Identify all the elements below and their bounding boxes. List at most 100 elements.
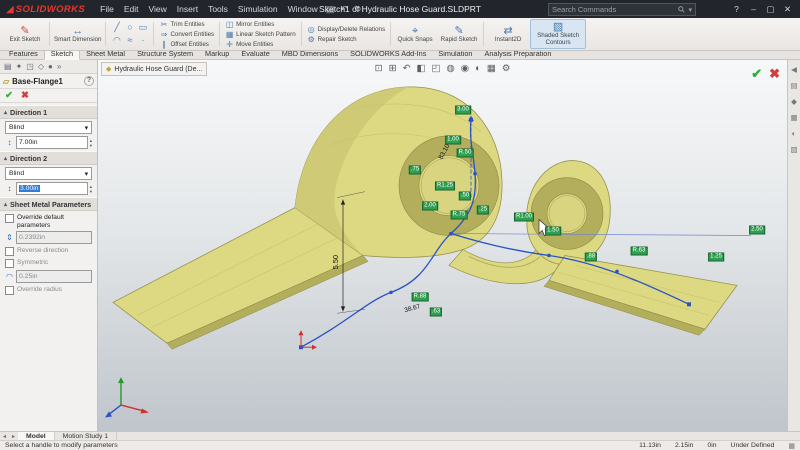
instant2d-button[interactable]: ⇄ Instant2D <box>486 19 530 49</box>
rectangle-tool-icon[interactable]: ▭ <box>136 21 149 34</box>
sheet-metal-parameters-section-header[interactable]: ▴ Sheet Metal Parameters <box>0 197 97 211</box>
restore-button[interactable]: ▢ <box>762 0 779 18</box>
dimension-tag[interactable]: .25 <box>477 206 489 215</box>
graphics-area[interactable]: 5.50 83.10 38.67 <box>97 60 788 432</box>
featuremanager-tab-icon[interactable]: ▤ <box>4 62 12 71</box>
dimension-tag[interactable]: 3.00 <box>455 106 471 115</box>
view-orientation-icon[interactable]: ◰ <box>432 63 441 74</box>
dimension-tag[interactable]: R.63 <box>631 247 648 256</box>
previous-view-icon[interactable]: ↶ <box>403 63 411 74</box>
search-dropdown-icon[interactable]: ▾ <box>688 6 692 14</box>
dimxpertmanager-tab-icon[interactable]: ◇ <box>38 62 44 71</box>
file-explorer-icon[interactable]: ▦ <box>790 113 797 122</box>
direction2-section-header[interactable]: ▴ Direction 2 <box>0 151 97 165</box>
appearances-scenes-icon[interactable]: ◐ <box>792 129 797 138</box>
convert-entities-button[interactable]: ⇒ Convert Entities <box>159 30 214 39</box>
line-tool-icon[interactable]: ╱ <box>110 21 123 34</box>
dimension-tag[interactable]: 1.50 <box>545 227 561 236</box>
cancel-button[interactable]: ✖ <box>21 90 29 101</box>
shaded-sketch-contours-button[interactable]: ▧ Shaded Sketch Contours <box>530 19 586 49</box>
dimension-tag[interactable]: R.50 <box>457 149 474 158</box>
dimension-tag[interactable]: .63 <box>430 308 442 317</box>
override-default-parameters-checkbox[interactable] <box>5 214 14 223</box>
circle-tool-icon[interactable]: ○ <box>123 21 136 34</box>
custom-properties-icon[interactable]: ▧ <box>790 145 797 154</box>
menu-file[interactable]: File <box>95 4 119 14</box>
exit-sketch-button[interactable]: ✎ Exit Sketch <box>3 19 47 49</box>
direction2-end-condition-select[interactable]: Blind ▾ <box>5 167 92 180</box>
offset-entities-button[interactable]: Offset Entities ∥ Offset Entities <box>159 40 214 49</box>
document-breadcrumb-tab[interactable]: ◆ Hydraulic Hose Guard (De... <box>101 62 207 76</box>
dimension-tag[interactable]: .88 <box>585 253 597 262</box>
symmetric-checkbox[interactable] <box>5 259 14 268</box>
dimension-tag[interactable]: 1.25 <box>708 253 724 262</box>
direction1-end-condition-select[interactable]: Blind ▾ <box>5 121 92 134</box>
dimension-tag[interactable]: .50 <box>459 192 471 201</box>
direction1-depth-field[interactable]: 7.00in <box>16 136 88 149</box>
tab-scroll-right-icon[interactable]: ▸ <box>9 433 18 440</box>
move-entities-button[interactable]: ✛ Move Entities <box>225 40 296 49</box>
quick-snaps-button[interactable]: ⌖ Quick Snaps <box>393 19 437 49</box>
point-tool-icon[interactable]: · <box>136 34 149 47</box>
angle-dimension-label[interactable]: 38.67 <box>404 303 422 314</box>
menu-edit[interactable]: Edit <box>119 4 144 14</box>
spinner-arrows[interactable]: ▴▾ <box>90 184 92 194</box>
view-settings-icon[interactable]: ⚙ <box>502 63 511 74</box>
taskpane-expand-icon[interactable]: ◀ <box>791 65 797 74</box>
trim-entities-button[interactable]: ✂ Trim Entities <box>159 20 214 29</box>
reverse-direction-checkbox[interactable] <box>5 247 14 256</box>
repair-sketch-button[interactable]: ⚙ Repair Sketch <box>307 35 385 44</box>
dimension-tag[interactable]: R.88 <box>412 293 429 302</box>
mirror-entities-button[interactable]: ◫ Mirror Entities <box>225 20 296 29</box>
dimension-tag[interactable]: 1.00 <box>445 136 461 145</box>
quick-tips-icon[interactable]: ▦ <box>788 442 795 450</box>
menu-insert[interactable]: Insert <box>172 4 203 14</box>
arc-tool-icon[interactable]: ◠ <box>110 34 123 47</box>
dimension-tag[interactable]: R.75 <box>451 211 468 220</box>
rapid-sketch-button[interactable]: ✎ Rapid Sketch <box>437 19 481 49</box>
height-dimension-label[interactable]: 5.50 <box>331 255 340 270</box>
ok-button[interactable]: ✔ <box>5 90 13 101</box>
configurationmanager-tab-icon[interactable]: ◳ <box>26 62 34 71</box>
dimension-tag[interactable]: 2.50 <box>749 226 765 235</box>
menu-tools[interactable]: Tools <box>203 4 233 14</box>
spinner-arrows[interactable]: ▴▾ <box>90 138 92 148</box>
menu-window[interactable]: Window <box>283 4 323 14</box>
zoom-area-icon[interactable]: ⊞ <box>389 63 397 74</box>
minimize-button[interactable]: – <box>745 0 762 18</box>
zoom-fit-icon[interactable]: ⊡ <box>375 63 383 74</box>
propertymanager-tab-icon[interactable]: ✦ <box>16 62 23 71</box>
help-button[interactable]: ? <box>728 0 745 18</box>
solidworks-resources-icon[interactable]: ▤ <box>790 81 797 90</box>
override-radius-checkbox[interactable] <box>5 286 14 295</box>
menu-simulation[interactable]: Simulation <box>233 4 283 14</box>
thickness-field[interactable]: 0.2392in <box>16 231 92 244</box>
dimension-tag[interactable]: .75 <box>409 166 421 175</box>
section-view-icon[interactable]: ◧ <box>417 63 426 74</box>
smart-dimension-button[interactable]: ↔ Smart Dimension <box>52 19 103 49</box>
appearance-icon[interactable]: ◐ <box>475 63 481 74</box>
dimension-tag[interactable]: R1.00 <box>514 213 534 222</box>
thickness-value: 0.2392in <box>19 234 45 241</box>
scene-icon[interactable]: ▦ <box>487 63 496 74</box>
hide-show-icon[interactable]: ◉ <box>461 63 469 74</box>
direction2-depth-field[interactable]: 3.00in <box>16 182 88 195</box>
dimension-tag[interactable]: 2.00 <box>422 202 438 211</box>
design-library-icon[interactable]: ◆ <box>791 97 797 106</box>
confirm-ok-button[interactable]: ✔ <box>751 66 762 82</box>
close-button[interactable]: ✕ <box>779 0 796 18</box>
direction1-section-header[interactable]: ▴ Direction 1 <box>0 105 97 119</box>
linear-sketch-pattern-button[interactable]: ▦ Linear Sketch Pattern <box>225 30 296 39</box>
display-style-icon[interactable]: ◍ <box>447 63 455 74</box>
displaymanager-tab-icon[interactable]: ● <box>48 62 53 71</box>
dimension-tag[interactable]: R1.25 <box>435 182 455 191</box>
help-icon[interactable]: ? <box>84 76 94 86</box>
search-commands-box[interactable]: Search Commands ▾ <box>548 3 696 16</box>
bend-radius-field[interactable]: 0.25in <box>16 270 92 283</box>
tab-scroll-left-icon[interactable]: ◂ <box>0 433 9 440</box>
spline-tool-icon[interactable]: ≈ <box>123 34 136 47</box>
display-delete-relations-button[interactable]: ◎ Display/Delete Relations <box>307 25 385 34</box>
confirm-cancel-button[interactable]: ✖ <box>769 66 780 82</box>
menu-view[interactable]: View <box>144 4 172 14</box>
pm-tabs-overflow-icon[interactable]: » <box>57 62 61 71</box>
